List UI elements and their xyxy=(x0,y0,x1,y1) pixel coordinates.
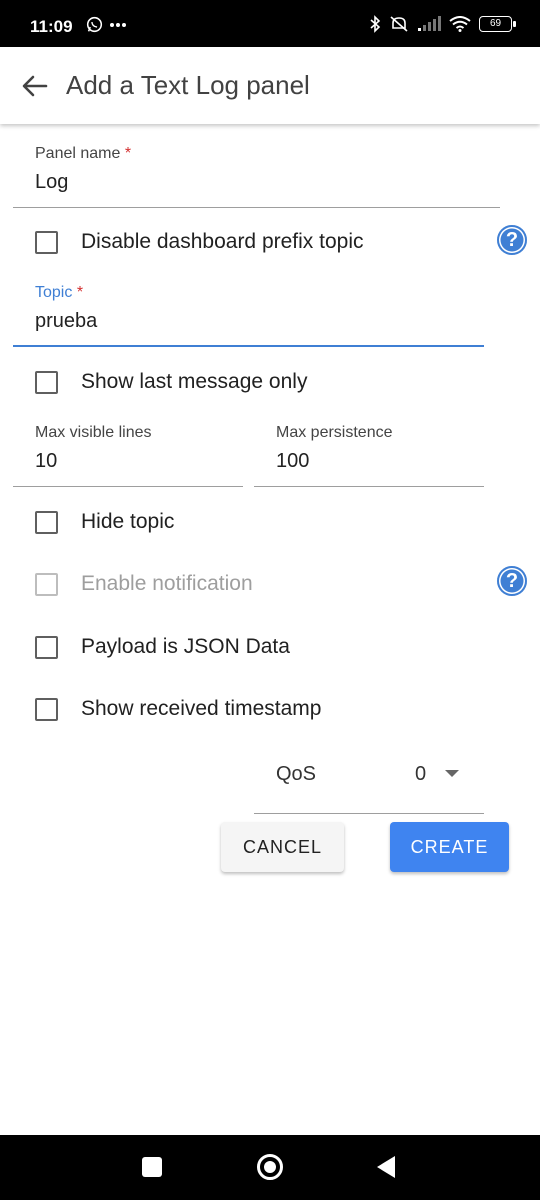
recents-icon[interactable] xyxy=(142,1157,162,1177)
page-title: Add a Text Log panel xyxy=(66,70,310,100)
help-icon[interactable]: ? xyxy=(497,566,527,596)
disable-prefix-label: Disable dashboard prefix topic xyxy=(81,230,364,253)
payload-json-label: Payload is JSON Data xyxy=(81,635,290,658)
max-visible-lines-underline xyxy=(13,486,243,487)
max-persistence-input[interactable]: 100 xyxy=(276,450,309,473)
home-icon[interactable] xyxy=(257,1154,283,1180)
app-bar: Add a Text Log panel xyxy=(0,47,540,124)
max-persistence-underline xyxy=(254,486,484,487)
show-timestamp-checkbox[interactable] xyxy=(35,698,58,721)
dropdown-arrow-icon[interactable] xyxy=(445,770,459,777)
show-last-message-label: Show last message only xyxy=(81,370,308,393)
required-mark: * xyxy=(124,145,132,162)
more-dots-icon xyxy=(110,22,126,27)
battery-indicator: 69 xyxy=(479,16,516,32)
whatsapp-icon xyxy=(86,16,103,33)
topic-underline xyxy=(13,345,484,347)
panel-name-input[interactable]: Log xyxy=(35,171,68,194)
max-visible-lines-label: Max visible lines xyxy=(35,424,152,441)
panel-name-underline xyxy=(13,207,500,208)
topic-input[interactable]: prueba xyxy=(35,310,97,333)
show-last-message-checkbox[interactable] xyxy=(35,371,58,394)
max-visible-lines-input[interactable]: 10 xyxy=(35,450,57,473)
create-button[interactable]: CREATE xyxy=(390,822,509,872)
mute-icon xyxy=(390,16,408,32)
qos-value[interactable]: 0 xyxy=(415,763,426,786)
qos-underline xyxy=(254,813,484,814)
qos-label: QoS xyxy=(276,763,317,785)
cancel-button[interactable]: CANCEL xyxy=(221,822,344,872)
back-icon[interactable] xyxy=(377,1156,395,1178)
enable-notification-label: Enable notification xyxy=(81,572,253,595)
hide-topic-label: Hide topic xyxy=(81,510,175,533)
back-arrow-icon[interactable] xyxy=(20,71,50,101)
status-time: 11:09 xyxy=(30,17,73,36)
panel-name-label: Panel name * xyxy=(35,145,132,162)
bluetooth-icon xyxy=(370,15,381,33)
required-mark: * xyxy=(76,284,84,301)
payload-json-checkbox[interactable] xyxy=(35,636,58,659)
show-timestamp-label: Show received timestamp xyxy=(81,697,322,720)
wifi-icon xyxy=(449,16,471,32)
system-nav-bar xyxy=(0,1135,540,1200)
topic-label: Topic * xyxy=(35,284,84,301)
enable-notification-checkbox xyxy=(35,573,58,596)
help-icon[interactable]: ? xyxy=(497,225,527,255)
hide-topic-checkbox[interactable] xyxy=(35,511,58,534)
status-bar: 11:09 69 xyxy=(0,0,540,47)
max-persistence-label: Max persistence xyxy=(276,424,393,441)
signal-icon xyxy=(418,16,441,31)
disable-prefix-checkbox[interactable] xyxy=(35,231,58,254)
